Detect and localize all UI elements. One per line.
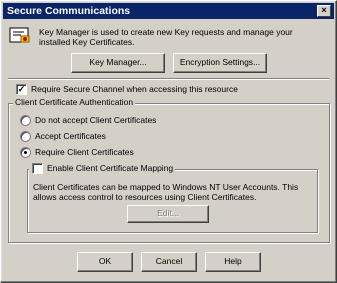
radio-accept-label[interactable]: Accept Certificates <box>35 131 106 141</box>
radio-accept[interactable] <box>20 131 31 142</box>
key-manager-description: Key Manager is used to create new Key re… <box>39 27 293 47</box>
key-manager-button-label: Key Manager... <box>89 57 147 67</box>
close-button[interactable]: × <box>317 5 331 17</box>
enable-mapping-label[interactable]: Enable Client Certificate Mapping <box>47 163 173 173</box>
client-certificate-group-title: Client Certificate Authentication <box>13 97 136 107</box>
help-button[interactable]: Help <box>205 252 261 272</box>
require-secure-channel-checkbox[interactable]: ✓ <box>16 84 27 95</box>
window-title: Secure Communications <box>7 5 131 17</box>
radio-do-not-accept[interactable] <box>20 115 31 126</box>
ok-button-label: OK <box>98 256 112 266</box>
secure-communications-dialog: Secure Communications × Key Manager is u… <box>0 0 337 283</box>
encryption-settings-button-label: Encryption Settings... <box>179 57 261 67</box>
close-icon[interactable]: × <box>321 5 326 15</box>
mapping-description: Client Certificates can be mapped to Win… <box>33 182 299 202</box>
encryption-settings-button[interactable]: Encryption Settings... <box>173 53 267 73</box>
radio-require-label[interactable]: Require Client Certificates <box>35 147 134 157</box>
key-certificate-icon <box>9 27 30 43</box>
help-button-label: Help <box>224 256 242 266</box>
ok-button[interactable]: OK <box>77 252 133 272</box>
mapping-group-title: Enable Client Certificate Mapping <box>29 163 176 173</box>
key-manager-button[interactable]: Key Manager... <box>71 53 165 73</box>
cancel-button-label: Cancel <box>155 256 183 266</box>
enable-mapping-checkbox[interactable] <box>32 163 43 174</box>
require-secure-channel-label[interactable]: Require Secure Channel when accessing th… <box>31 84 238 94</box>
separator <box>8 78 329 80</box>
cancel-button[interactable]: Cancel <box>141 252 197 272</box>
title-bar: Secure Communications × <box>3 3 334 19</box>
radio-require[interactable] <box>20 147 31 158</box>
edit-button[interactable]: Edit... <box>127 205 209 223</box>
radio-do-not-accept-label[interactable]: Do not accept Client Certificates <box>35 115 156 125</box>
edit-button-label: Edit... <box>157 208 179 218</box>
